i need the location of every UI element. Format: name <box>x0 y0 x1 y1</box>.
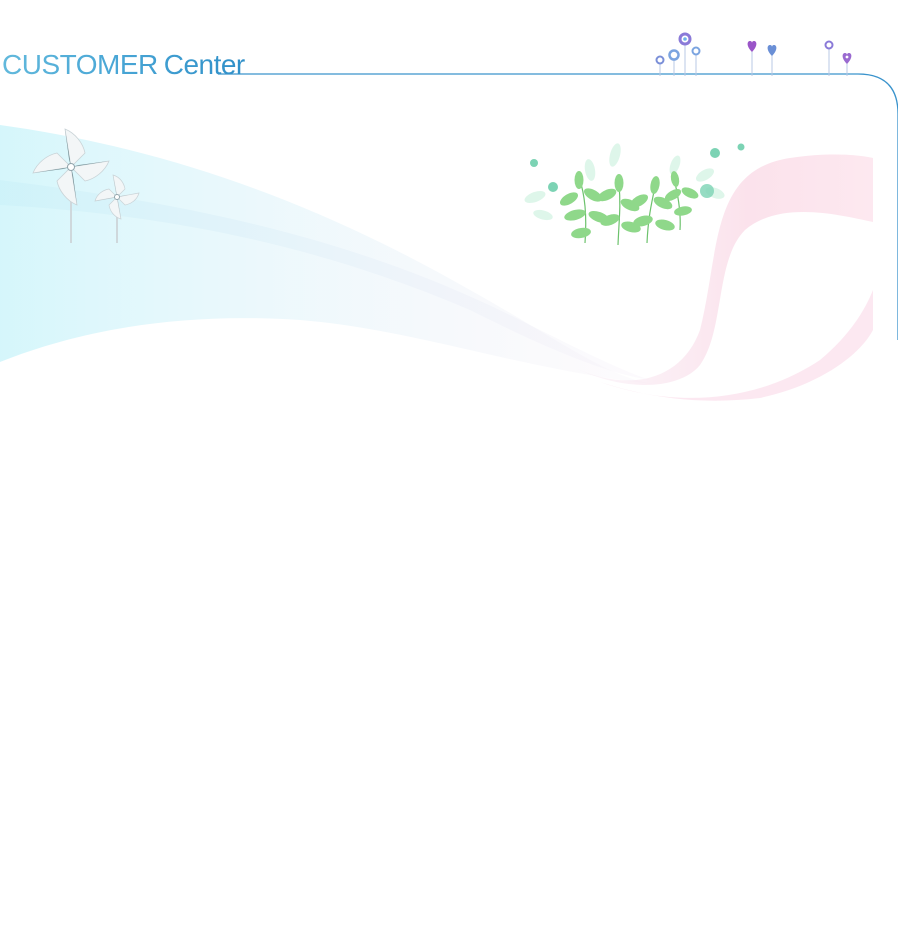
leaf-plant-icon <box>524 143 745 246</box>
heart-icon <box>747 41 852 64</box>
title-word-customer: CUSTOMER <box>2 49 158 80</box>
pinwheel-icon <box>32 128 140 243</box>
title-word-center: Center <box>163 49 245 80</box>
page-title: CUSTOMER Center <box>2 48 245 82</box>
customer-center-banner: CUSTOMER Center <box>0 0 898 925</box>
flower-icon <box>655 32 852 76</box>
